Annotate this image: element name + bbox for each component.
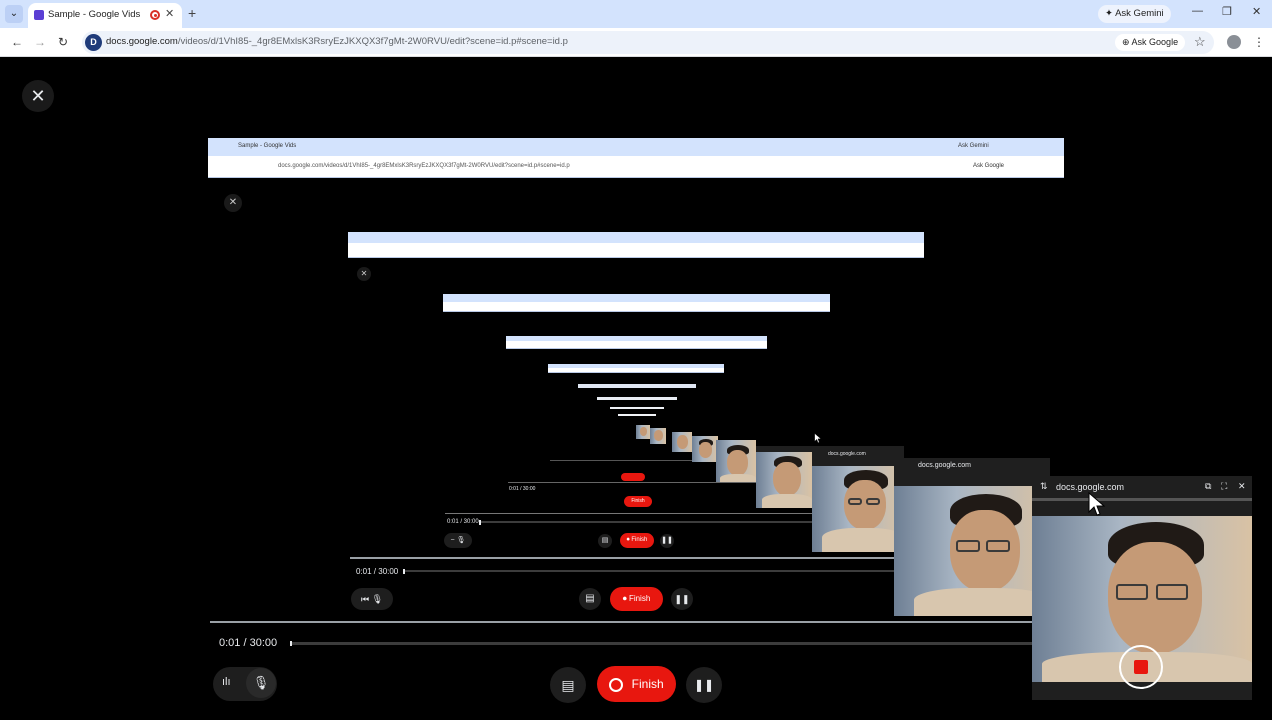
pip-preview-3 bbox=[756, 446, 812, 508]
bookmark-star-icon[interactable]: ☆ bbox=[1194, 34, 1206, 50]
nested-browser-3 bbox=[443, 294, 830, 312]
tab-close-icon[interactable]: ✕ bbox=[165, 7, 174, 20]
pip-progress bbox=[1032, 498, 1252, 501]
pip-preview-title: docs.google.com bbox=[894, 458, 1050, 474]
nested-time-3: 0:01 / 30:00 bbox=[447, 519, 479, 525]
tab-title: Sample - Google Vids bbox=[48, 9, 141, 20]
nested-mouse-cursor-icon bbox=[814, 433, 822, 443]
back-icon[interactable]: ← bbox=[11, 35, 23, 49]
pip-preview-4 bbox=[716, 440, 756, 482]
nested-track-2 bbox=[403, 569, 903, 574]
nested-ask-google: Ask Google bbox=[973, 163, 1005, 169]
reload-icon[interactable]: ↻ bbox=[58, 35, 68, 49]
nested-browser-6 bbox=[578, 384, 696, 388]
forward-icon[interactable]: → bbox=[34, 35, 46, 49]
tab-search-icon[interactable]: ⌄ bbox=[5, 5, 23, 23]
plus-icon[interactable]: + bbox=[188, 5, 196, 21]
nested-finish-button-2: ⏺ Finish bbox=[610, 587, 663, 611]
finish-button[interactable]: Finish bbox=[597, 666, 676, 702]
recording-progress-track bbox=[290, 641, 1035, 646]
microphone-icon[interactable]: 🎙 bbox=[246, 668, 276, 698]
nested-browser-5 bbox=[548, 364, 724, 373]
camera-pip-window[interactable]: ⇅ docs.google.com ⧉ ⛶ ✕ bbox=[1032, 476, 1252, 700]
captions-toggle-icon[interactable]: ▤ bbox=[550, 667, 586, 703]
pip-preview-7 bbox=[650, 428, 666, 444]
nested-tab-title: Sample - Google Vids bbox=[238, 143, 297, 149]
mouse-cursor-icon bbox=[1088, 492, 1106, 516]
pip-preview-5 bbox=[692, 436, 718, 462]
pip-drag-handle-icon[interactable]: ⇅ bbox=[1040, 481, 1048, 492]
nested-browser-8 bbox=[610, 407, 664, 409]
nested-ask-gemini: Ask Gemini bbox=[958, 143, 989, 149]
nested-finish-button-4: Finish bbox=[624, 496, 652, 507]
stop-record-icon bbox=[609, 677, 624, 692]
recording-divider bbox=[210, 621, 1033, 623]
nested-mic-controls-3: − 🎙 bbox=[444, 533, 472, 548]
ask-gemini-label: Ask Gemini bbox=[1115, 8, 1164, 19]
restore-icon[interactable]: ❐ bbox=[1222, 5, 1232, 18]
pip-title: docs.google.com bbox=[1056, 482, 1125, 492]
recording-indicator-icon bbox=[150, 10, 160, 20]
nested-browser-4 bbox=[506, 336, 767, 349]
nested-divider-2 bbox=[350, 557, 910, 559]
audio-level-icon[interactable]: ılı bbox=[222, 676, 231, 688]
tab-google-vids[interactable]: Sample - Google Vids ✕ bbox=[28, 3, 182, 28]
nested-browser-9 bbox=[618, 414, 656, 416]
pause-icon[interactable]: ❚❚ bbox=[686, 667, 722, 703]
nested-mic-controls-2: ⏮ 🎙 bbox=[351, 588, 393, 610]
recording-time: 0:01 / 30:00 bbox=[219, 637, 278, 649]
nested-url: docs.google.com/videos/d/1VhI85-_4gr8EMx… bbox=[278, 163, 570, 169]
nested-browser-7 bbox=[597, 397, 677, 400]
nested-pause-2: ❚❚ bbox=[671, 588, 693, 610]
nested-pause-3: ❚❚ bbox=[660, 534, 674, 548]
pip-preview-2: docs.google.com bbox=[812, 446, 904, 552]
nested-close-icon-2: ✕ bbox=[357, 267, 371, 281]
nested-time-2: 0:01 / 30:00 bbox=[356, 567, 399, 576]
pip-stop-recording-button[interactable] bbox=[1119, 645, 1163, 689]
nested-finish-button-5 bbox=[621, 473, 645, 481]
pip-preview-6 bbox=[672, 432, 692, 452]
more-menu-icon[interactable]: ⋮ bbox=[1253, 35, 1265, 49]
ask-google-label: Ask Google bbox=[1131, 37, 1179, 47]
browser-toolbar: ← → ↻ D docs.google.com/videos/d/1VhI85-… bbox=[0, 28, 1272, 57]
url-text[interactable]: docs.google.com/videos/d/1VhI85-_4gr8EMx… bbox=[106, 36, 568, 47]
nested-time-4: 0:01 / 30:00 bbox=[509, 486, 536, 492]
close-window-icon[interactable]: ✕ bbox=[1252, 5, 1261, 18]
audio-controls: ılı 🎙 bbox=[213, 667, 277, 701]
profile-avatar[interactable] bbox=[1227, 35, 1241, 49]
nested-browser-2 bbox=[348, 232, 924, 258]
ask-gemini-button[interactable]: ✦ Ask Gemini bbox=[1098, 5, 1171, 23]
minimize-icon[interactable]: — bbox=[1192, 5, 1203, 17]
nested-captions-3: ▤ bbox=[598, 534, 612, 548]
nested-finish-button-3: ⏺ Finish bbox=[620, 533, 654, 548]
nested-close-icon: ✕ bbox=[224, 194, 242, 212]
pip-back-to-tab-icon[interactable]: ⧉ bbox=[1205, 481, 1211, 492]
pip-title-bar: ⇅ docs.google.com ⧉ ⛶ ✕ bbox=[1032, 476, 1252, 498]
site-info-icon[interactable]: D bbox=[85, 34, 102, 51]
nested-divider-3 bbox=[445, 513, 815, 514]
nested-captions-2: ▤ bbox=[579, 588, 601, 610]
pip-preview-8 bbox=[636, 425, 650, 439]
google-vids-icon bbox=[34, 10, 44, 20]
tab-strip: ⌄ Sample - Google Vids ✕ + ✦ Ask Gemini … bbox=[0, 0, 1272, 28]
pip-fullscreen-icon[interactable]: ⛶ bbox=[1221, 481, 1227, 492]
pip-preview-1: docs.google.com bbox=[894, 458, 1050, 616]
finish-label: Finish bbox=[631, 677, 664, 691]
nested-track-3 bbox=[479, 520, 814, 525]
ask-google-button[interactable]: ⊕ Ask Google bbox=[1115, 34, 1186, 51]
pip-close-icon[interactable]: ✕ bbox=[1238, 481, 1246, 492]
address-bar[interactable]: D docs.google.com/videos/d/1VhI85-_4gr8E… bbox=[82, 31, 1214, 54]
nested-browser-1: Sample - Google Vids docs.google.com/vid… bbox=[208, 138, 1064, 178]
close-recording-icon[interactable]: ✕ bbox=[22, 80, 54, 112]
